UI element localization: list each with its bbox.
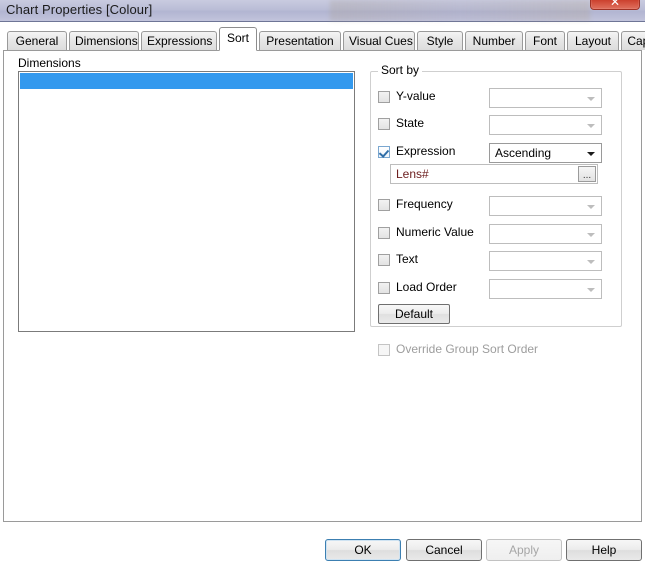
sort-label-numeric-value: Numeric Value [396, 225, 474, 239]
cancel-button[interactable]: Cancel [406, 539, 482, 561]
sort-order-combo-numeric-value[interactable] [489, 224, 602, 244]
tab-presentation[interactable]: Presentation [259, 31, 341, 50]
tab-style[interactable]: Style [417, 31, 463, 50]
override-group-sort-order-checkbox[interactable] [378, 344, 390, 356]
sort-label-state: State [396, 116, 425, 130]
tab-number[interactable]: Number [465, 31, 523, 50]
sort-label-text: Text [396, 252, 419, 266]
sort-checkbox-text[interactable] [378, 254, 390, 266]
sort-order-combo-y-value[interactable] [489, 88, 602, 108]
sort-checkbox-state[interactable] [378, 118, 390, 130]
chevron-down-icon [587, 233, 595, 237]
tab-strip: General Dimensions Expressions Sort Presenta… [0, 22, 645, 52]
tab-dimensions[interactable]: Dimensions [69, 31, 139, 50]
list-item[interactable] [20, 73, 353, 89]
chevron-down-icon [587, 124, 595, 128]
sort-checkbox-y-value[interactable] [378, 91, 390, 103]
apply-button: Apply [486, 539, 562, 561]
tab-font[interactable]: Font [525, 31, 565, 50]
chevron-down-icon [587, 205, 595, 209]
sort-order-combo-load-order[interactable] [489, 279, 602, 299]
sort-checkbox-frequency[interactable] [378, 199, 390, 211]
chevron-down-icon [587, 152, 595, 156]
tab-layout[interactable]: Layout [567, 31, 619, 50]
close-button[interactable]: ✕ [590, 0, 640, 10]
sort-label-load-order: Load Order [396, 280, 457, 294]
dimensions-label: Dimensions [18, 56, 81, 70]
window-titlebar: Chart Properties [Colour] ✕ [0, 0, 645, 22]
ok-button[interactable]: OK [325, 539, 401, 561]
sort-default-button[interactable]: Default [378, 304, 450, 324]
sort-expression-value: Lens# [396, 167, 429, 181]
sort-by-legend: Sort by [378, 63, 423, 77]
tab-sort[interactable]: Sort [219, 27, 257, 51]
dimensions-listbox[interactable] [18, 71, 355, 332]
override-group-sort-order-label: Override Group Sort Order [396, 342, 539, 356]
combo-value: Ascending [495, 146, 552, 160]
window-title: Chart Properties [Colour] [6, 2, 153, 17]
sort-expression-field[interactable]: Lens# ... [390, 164, 598, 184]
close-icon: ✕ [609, 0, 621, 9]
sort-label-expression: Expression [396, 144, 456, 158]
sort-order-combo-frequency[interactable] [489, 196, 602, 216]
tab-caption[interactable]: Caption [621, 31, 645, 50]
tab-general[interactable]: General [7, 31, 67, 50]
expression-browse-button[interactable]: ... [578, 166, 596, 182]
sort-order-combo-expression[interactable]: Ascending [489, 143, 602, 163]
sort-label-y-value: Y-value [396, 89, 436, 103]
chevron-down-icon [587, 260, 595, 264]
titlebar-glass-tint [330, 0, 590, 21]
tab-expressions[interactable]: Expressions [141, 31, 217, 50]
chevron-down-icon [587, 97, 595, 101]
sort-checkbox-numeric-value[interactable] [378, 227, 390, 239]
sort-checkbox-load-order[interactable] [378, 282, 390, 294]
tab-visual-cues[interactable]: Visual Cues [343, 31, 415, 50]
sort-order-combo-text[interactable] [489, 251, 602, 271]
sort-order-combo-state[interactable] [489, 115, 602, 135]
help-button[interactable]: Help [566, 539, 642, 561]
chevron-down-icon [587, 288, 595, 292]
sort-label-frequency: Frequency [396, 197, 453, 211]
sort-checkbox-expression[interactable] [378, 146, 390, 158]
